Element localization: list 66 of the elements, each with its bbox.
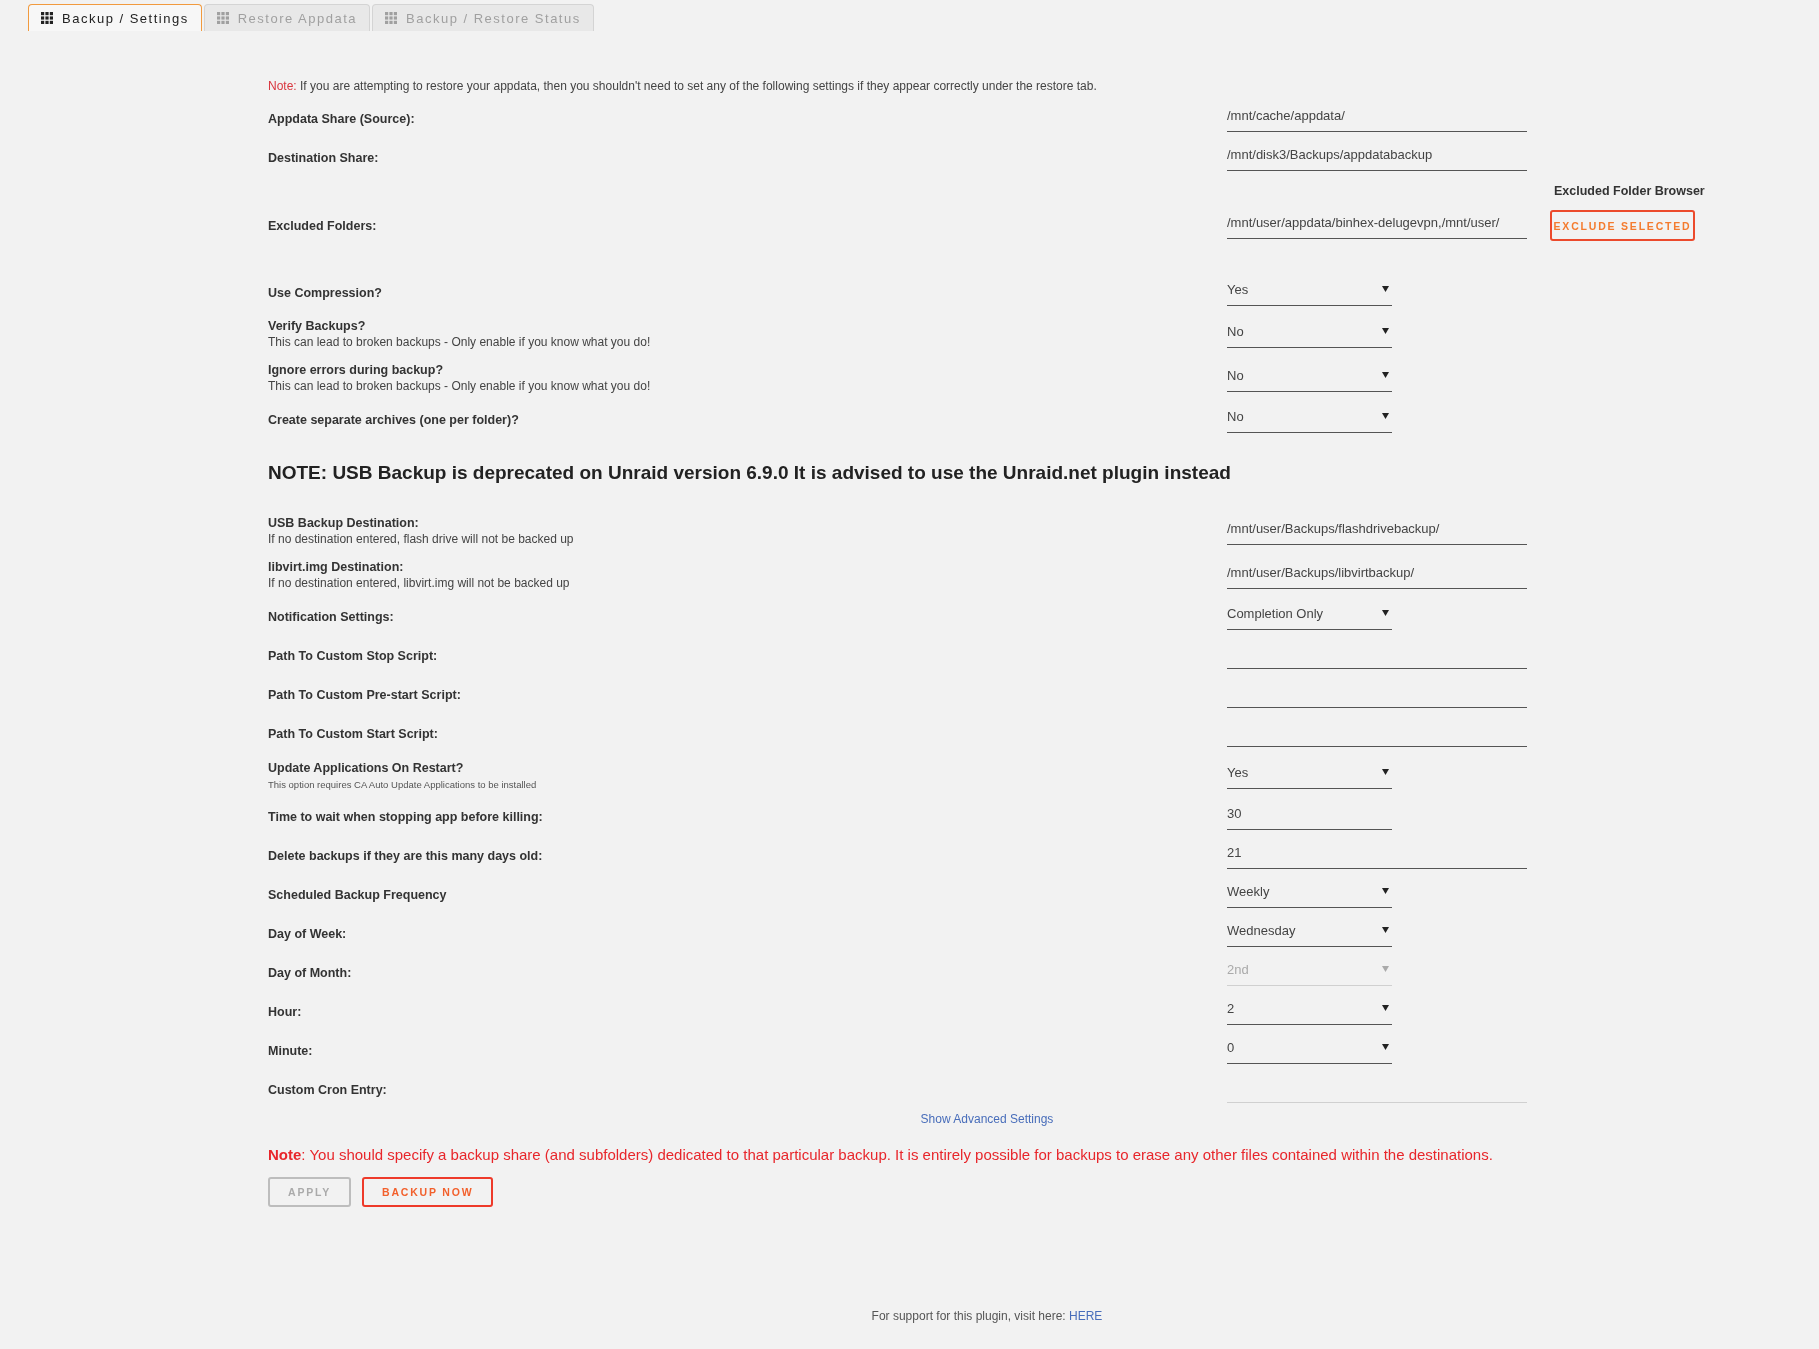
- setting-label: Path To Custom Start Script:: [268, 725, 439, 742]
- setting-label: Path To Custom Pre-start Script:: [268, 686, 462, 703]
- tab[interactable]: Backup / Settings: [28, 4, 202, 31]
- caret-icon: [1382, 413, 1389, 419]
- setting-label: Create separate archives (one per folder)?: [268, 411, 520, 428]
- warning-text: Note: You should specify a backup share (and subfolders) dedicated to that particular backup. It is entirely possible for backups to erase any other files contained within the destinations.: [268, 1146, 1494, 1164]
- dropdown[interactable]: No: [1227, 320, 1392, 348]
- caret-icon: [1382, 1005, 1389, 1011]
- dropdown[interactable]: 2: [1227, 998, 1392, 1025]
- setting-label: Update Applications On Restart?: [268, 759, 465, 776]
- text-field[interactable]: /mnt/disk3/Backups/appdatabackup: [1227, 144, 1527, 171]
- setting-label: Notification Settings:: [268, 608, 395, 625]
- dropdown[interactable]: Completion Only: [1227, 603, 1392, 630]
- dropdown[interactable]: No: [1227, 406, 1392, 433]
- text-field[interactable]: /mnt/user/appdata/binhex-delugevpn,/mnt/user/: [1227, 212, 1527, 239]
- caret-icon: [1382, 768, 1389, 775]
- setting-label: Scheduled Backup Frequency: [268, 886, 448, 903]
- setting-label: Use Compression?: [268, 284, 383, 301]
- setting-label: libvirt.img Destination:: [268, 559, 405, 575]
- grid-icon: [41, 12, 53, 24]
- setting-label: Hour:: [268, 1003, 303, 1020]
- setting-label: Excluded Folders:: [268, 218, 378, 234]
- text-field[interactable]: 21: [1227, 842, 1527, 869]
- setting-hint: If no destination entered, libvirt.img will not be backed up: [268, 575, 571, 591]
- dropdown[interactable]: 0: [1227, 1037, 1392, 1064]
- setting-label: Ignore errors during backup?: [268, 362, 445, 378]
- browser-title: Excluded Folder Browser: [1554, 183, 1705, 199]
- setting-hint: If no destination entered, flash drive will not be backed up: [268, 531, 575, 547]
- dropdown[interactable]: Weekly: [1227, 881, 1392, 908]
- support-text: For support for this plugin, visit here: HERE: [870, 1309, 1104, 1324]
- caret-icon: [1382, 888, 1389, 894]
- setting-label: Time to wait when stopping app before killing:: [268, 808, 544, 825]
- setting-label: Day of Month:: [268, 964, 353, 981]
- setting-label: Minute:: [268, 1042, 314, 1059]
- setting-label: Appdata Share (Source):: [268, 110, 416, 127]
- text-field[interactable]: /mnt/user/Backups/libvirtbackup/: [1227, 561, 1527, 589]
- caret-icon: [1382, 1044, 1389, 1050]
- dropdown[interactable]: No: [1227, 364, 1392, 392]
- setting-label: Verify Backups?: [268, 318, 367, 334]
- caret-icon: [1382, 610, 1389, 616]
- caret-icon: [1382, 327, 1389, 334]
- text-field[interactable]: /mnt/cache/appdata/: [1227, 105, 1527, 132]
- setting-label: USB Backup Destination:: [268, 515, 420, 531]
- caret-icon: [1382, 927, 1389, 933]
- setting-label: Delete backups if they are this many days old:: [268, 847, 544, 864]
- setting-label: Day of Week:: [268, 925, 348, 942]
- caret-icon: [1382, 286, 1389, 292]
- grid-icon: [216, 12, 229, 24]
- show-advanced-link[interactable]: Show Advanced Settings: [920, 1112, 1054, 1126]
- caret-icon: [1382, 371, 1389, 378]
- setting-label: Custom Cron Entry:: [268, 1081, 388, 1098]
- support-link[interactable]: HERE: [1069, 1309, 1103, 1323]
- note-text: Note: If you are attempting to restore your appdata, then you shouldn't need to set any of the following settings if they appear correctly under the restore tab.: [268, 79, 1098, 94]
- text-field[interactable]: 30: [1227, 803, 1392, 830]
- setting-hint: This option requires CA Auto Update Applications to be installed: [268, 777, 538, 791]
- dropdown[interactable]: Yes: [1227, 279, 1392, 306]
- caret-icon: [1382, 966, 1389, 972]
- setting-hint: This can lead to broken backups - Only enable if you know what you do!: [268, 378, 652, 394]
- setting-hint: This can lead to broken backups - Only enable if you know what you do!: [268, 334, 652, 350]
- deprecation-heading: NOTE: USB Backup is deprecated on Unraid version 6.9.0 It is advised to use the Unraid.net plugin instead: [268, 461, 1232, 485]
- grid-icon: [385, 12, 398, 24]
- setting-label: Destination Share:: [268, 149, 380, 166]
- text-field[interactable]: /mnt/user/Backups/flashdrivebackup/: [1227, 517, 1527, 545]
- dropdown[interactable]: Yes: [1227, 761, 1392, 789]
- setting-label: Path To Custom Stop Script:: [268, 647, 439, 664]
- dropdown[interactable]: Wednesday: [1227, 920, 1392, 947]
